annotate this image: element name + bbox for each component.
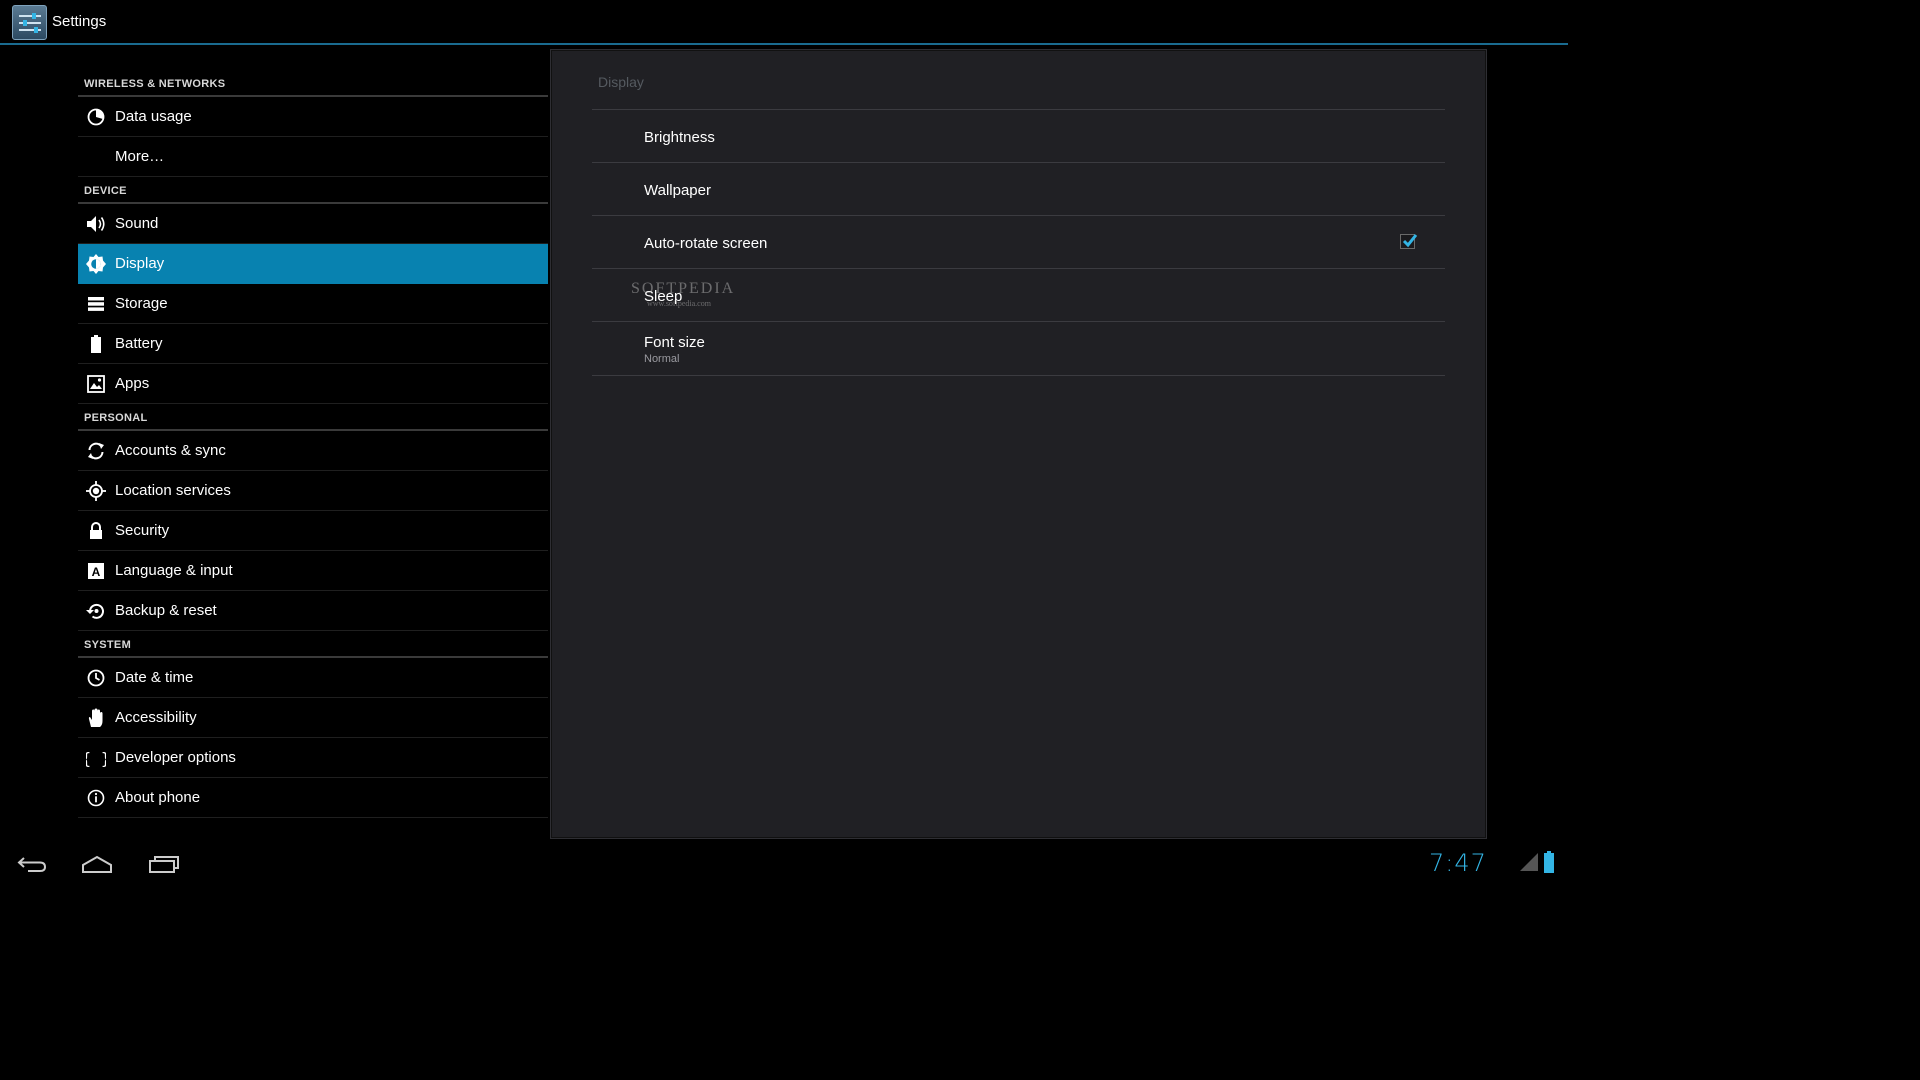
app-title: Settings xyxy=(52,13,107,30)
header-item-display[interactable]: Display xyxy=(78,244,548,284)
header-item-accounts-sync[interactable]: Accounts & sync xyxy=(78,431,548,471)
pref-title: Brightness xyxy=(644,129,715,146)
header-item-apps[interactable]: Apps xyxy=(78,364,548,404)
pref-title: Auto-rotate screen xyxy=(644,235,768,252)
pref-divider xyxy=(592,375,1445,376)
pref-title: Font size xyxy=(644,334,705,351)
speaker-icon xyxy=(86,214,106,234)
pie-chart-icon xyxy=(86,107,106,127)
section-title-personal: PERSONAL xyxy=(84,412,148,424)
header-item-backup[interactable]: Backup & reset xyxy=(78,591,548,631)
header-item-data-usage[interactable]: Data usage xyxy=(78,97,548,137)
signal-icon xyxy=(1520,853,1538,876)
system-bar: 7:47 xyxy=(0,845,1568,882)
header-item-sound[interactable]: Sound xyxy=(78,204,548,244)
location-icon xyxy=(86,481,106,501)
header-label: Accessibility xyxy=(115,709,197,726)
display-settings-panel: Display Brightness Wallpaper Auto-rotate… xyxy=(550,49,1487,839)
header-label: Storage xyxy=(115,295,168,312)
battery-icon xyxy=(86,334,106,354)
back-icon[interactable] xyxy=(16,854,48,879)
watermark-url: www.softpedia.com xyxy=(647,299,711,308)
svg-text:A: A xyxy=(92,565,101,579)
pref-wallpaper[interactable]: Wallpaper xyxy=(592,163,1445,216)
pref-brightness[interactable]: Brightness xyxy=(592,110,1445,163)
hand-icon xyxy=(86,708,106,728)
header-item-location[interactable]: Location services xyxy=(78,471,548,511)
header-item-more[interactable]: More… xyxy=(78,137,548,177)
header-item-language[interactable]: A Language & input xyxy=(78,551,548,591)
header-label: Security xyxy=(115,522,170,539)
header-item-accessibility[interactable]: Accessibility xyxy=(78,698,548,738)
pref-title: Wallpaper xyxy=(644,182,711,199)
header-label: Battery xyxy=(115,335,163,352)
header-item-security[interactable]: Security xyxy=(78,511,548,551)
auto-rotate-checkbox[interactable] xyxy=(1400,234,1418,249)
home-icon[interactable] xyxy=(81,854,113,879)
header-label: Location services xyxy=(115,482,231,499)
braces-icon: { } xyxy=(86,748,106,768)
header-label: Apps xyxy=(115,375,150,392)
pref-auto-rotate[interactable]: Auto-rotate screen xyxy=(592,216,1445,269)
header-item-date-time[interactable]: Date & time xyxy=(78,658,548,698)
recent-apps-icon[interactable] xyxy=(148,854,180,879)
section-title-device: DEVICE xyxy=(84,185,127,197)
header-label: Backup & reset xyxy=(115,602,217,619)
header-label: More… xyxy=(115,148,165,165)
header-label: About phone xyxy=(115,789,201,806)
header-label: Developer options xyxy=(115,749,236,766)
clock-icon xyxy=(86,668,106,688)
storage-icon xyxy=(86,294,106,314)
header-item-developer[interactable]: { } Developer options xyxy=(78,738,548,778)
section-title-system: SYSTEM xyxy=(84,639,132,651)
action-bar: Settings xyxy=(0,0,1568,45)
header-label: Display xyxy=(115,255,165,272)
header-label: Language & input xyxy=(115,562,233,579)
header-label: Accounts & sync xyxy=(115,442,226,459)
header-label: Data usage xyxy=(115,108,192,125)
battery-status-icon xyxy=(1543,851,1555,878)
backup-icon xyxy=(86,601,106,621)
lock-icon xyxy=(86,521,106,541)
apps-icon xyxy=(86,374,106,394)
status-clock[interactable]: 7:47 xyxy=(1429,849,1487,877)
settings-app-icon[interactable] xyxy=(12,5,47,40)
header-label: Sound xyxy=(115,215,159,232)
softpedia-watermark: SOFTPEDIA www.softpedia.com xyxy=(631,280,735,308)
keyboard-a-icon: A xyxy=(86,561,106,581)
pref-summary: Normal xyxy=(644,353,680,365)
info-icon xyxy=(86,788,106,808)
sync-icon xyxy=(86,441,106,461)
header-item-about[interactable]: About phone xyxy=(78,778,548,818)
header-item-storage[interactable]: Storage xyxy=(78,284,548,324)
header-item-battery[interactable]: Battery xyxy=(78,324,548,364)
panel-title: Display xyxy=(598,74,644,90)
brightness-icon xyxy=(86,254,106,274)
pref-font-size[interactable]: Font size Normal xyxy=(592,322,1445,375)
section-title-wireless: WIRELESS & NETWORKS xyxy=(84,78,226,90)
watermark-brand: SOFTPEDIA xyxy=(631,280,736,297)
settings-headers-list: WIRELESS & NETWORKS Data usage More… DEV… xyxy=(78,46,548,824)
header-label: Date & time xyxy=(115,669,194,686)
svg-text:{ }: { } xyxy=(86,749,106,767)
